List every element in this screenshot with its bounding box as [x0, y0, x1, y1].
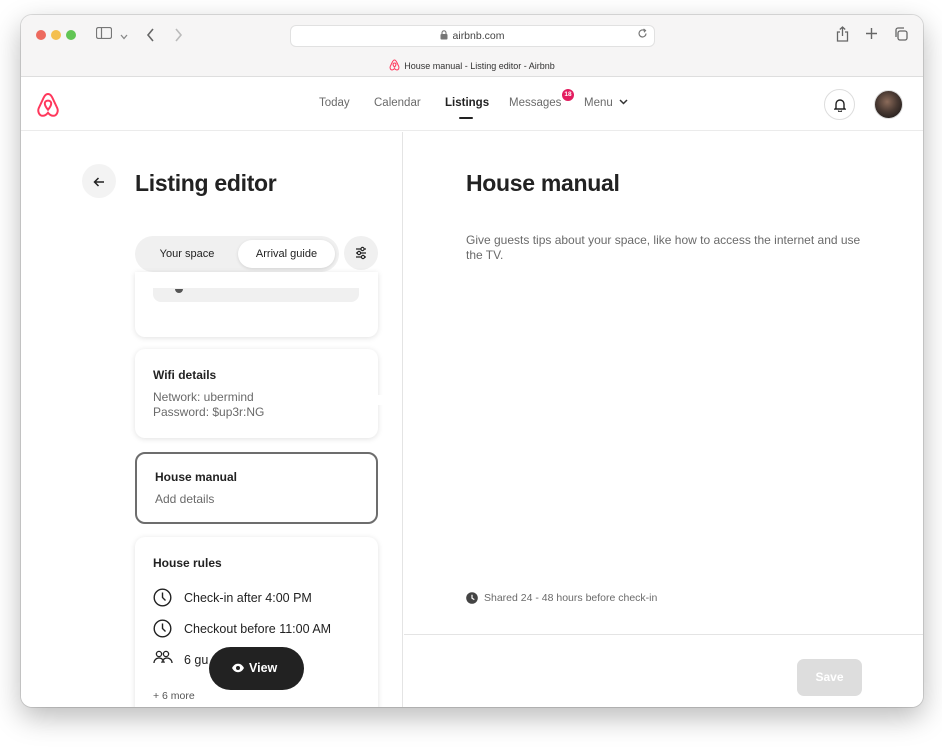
house-manual-title: House manual — [155, 470, 238, 484]
nav-calendar[interactable]: Calendar — [374, 97, 421, 109]
clock-icon — [153, 588, 172, 610]
listing-editor-pane: Listing editor Your space Arrival guide … — [21, 132, 403, 707]
airbnb-favicon-icon — [389, 59, 400, 74]
bell-icon — [833, 98, 847, 117]
arrow-left-icon — [93, 175, 105, 193]
house-manual-detail-pane: House manual Give guests tips about your… — [404, 132, 923, 707]
previous-card[interactable] — [135, 272, 378, 337]
tab-your-space[interactable]: Your space — [141, 236, 233, 272]
house-manual-card[interactable]: House manual Add details — [135, 452, 378, 524]
eye-icon — [231, 662, 245, 676]
tab-arrival-guide[interactable]: Arrival guide — [238, 240, 335, 268]
menu-chevron-down-icon[interactable] — [619, 97, 628, 108]
close-window-button[interactable] — [36, 30, 46, 40]
notifications-button[interactable] — [824, 89, 855, 120]
nav-active-indicator — [459, 117, 473, 119]
nav-messages[interactable]: Messages — [509, 97, 561, 109]
browser-toolbar: airbnb.com House manual - Listing editor… — [21, 15, 923, 77]
wifi-network: Network: ubermind — [153, 390, 254, 404]
detail-description: Give guests tips about your space, like … — [466, 233, 861, 262]
active-card-connector — [377, 395, 402, 405]
share-icon[interactable] — [836, 26, 849, 46]
url-text: airbnb.com — [452, 30, 505, 42]
lock-icon — [440, 26, 448, 46]
rule-guests-label: 6 gu — [184, 653, 209, 667]
messages-badge: 18 — [562, 89, 574, 101]
wifi-password: Password: $up3r:NG — [153, 405, 265, 419]
tab-title: House manual - Listing editor - Airbnb — [404, 61, 555, 71]
browser-window: airbnb.com House manual - Listing editor… — [21, 15, 923, 707]
editor-segmented-control: Your space Arrival guide — [135, 236, 339, 272]
clock-icon — [466, 592, 478, 607]
zoom-window-button[interactable] — [66, 30, 76, 40]
sliders-icon — [355, 246, 367, 265]
new-tab-icon[interactable] — [865, 27, 878, 44]
user-avatar[interactable] — [874, 90, 903, 119]
reload-icon[interactable] — [637, 26, 648, 46]
filter-button[interactable] — [344, 236, 378, 270]
rule-checkout-label: Checkout before 11:00 AM — [184, 622, 332, 636]
active-tab[interactable]: House manual - Listing editor - Airbnb — [21, 59, 923, 74]
forward-nav-icon[interactable] — [174, 28, 183, 46]
wifi-title: Wifi details — [153, 368, 217, 382]
app-header: Today Calendar Listings Messages 18 Menu — [21, 77, 923, 131]
detail-title: House manual — [466, 170, 620, 196]
house-manual-value: Add details — [155, 492, 215, 506]
save-button[interactable]: Save — [797, 659, 862, 696]
tab-overview-icon[interactable] — [894, 27, 908, 45]
back-nav-icon[interactable] — [146, 28, 155, 46]
view-button[interactable]: View — [209, 647, 304, 690]
address-bar[interactable]: airbnb.com — [290, 25, 655, 47]
nav-today[interactable]: Today — [319, 97, 350, 109]
minimize-window-button[interactable] — [51, 30, 61, 40]
nav-listings[interactable]: Listings — [445, 97, 489, 109]
top-nav: Today Calendar Listings Messages 18 Menu — [21, 77, 923, 131]
clock-icon — [153, 619, 172, 641]
chevron-down-icon[interactable] — [120, 29, 128, 45]
page-title: Listing editor — [135, 170, 277, 196]
rule-checkin-label: Check-in after 4:00 PM — [184, 591, 312, 605]
wifi-details-card[interactable]: Wifi details Network: ubermind Password:… — [135, 349, 378, 438]
view-button-label: View — [249, 661, 278, 675]
back-button[interactable] — [82, 164, 116, 198]
sidebar-toggle-icon[interactable] — [95, 26, 113, 43]
partial-content — [153, 288, 359, 302]
nav-menu[interactable]: Menu — [584, 97, 613, 109]
shared-note-text: Shared 24 - 48 hours before check-in — [484, 592, 658, 604]
house-rules-title: House rules — [153, 556, 222, 570]
guests-icon — [153, 650, 173, 669]
more-rules-link[interactable]: + 6 more — [153, 690, 195, 702]
footer-divider — [404, 634, 923, 635]
